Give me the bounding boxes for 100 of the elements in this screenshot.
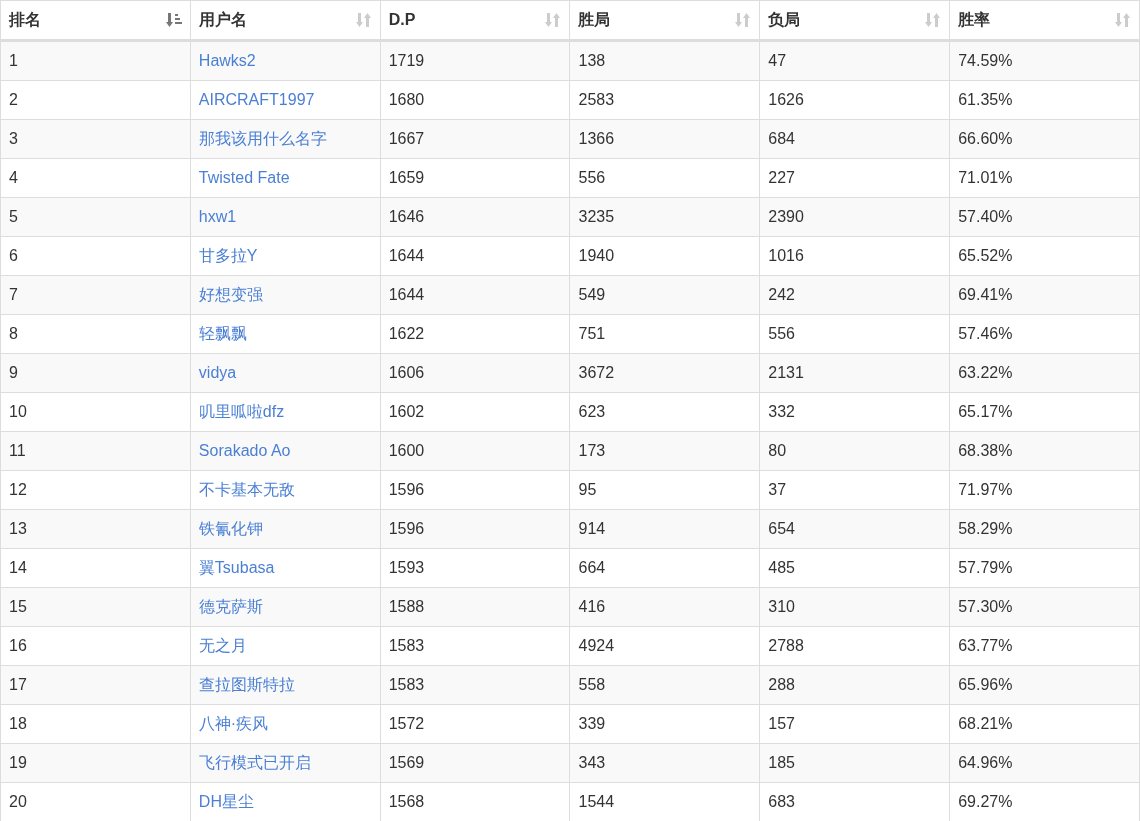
table-cell: 12 [0, 470, 191, 510]
table-cell: 416 [570, 587, 760, 627]
table-cell: 61.35% [949, 80, 1140, 120]
column-header[interactable]: 负局 [759, 0, 950, 41]
table-cell: 1644 [380, 275, 570, 315]
username-link[interactable]: 轻飘飘 [198, 324, 247, 342]
table-cell: 15 [0, 587, 191, 627]
table-cell: 2 [0, 80, 191, 120]
table-cell: 1602 [380, 392, 570, 432]
table-cell: 64.96% [949, 743, 1140, 783]
username-link[interactable]: hxw1 [198, 208, 237, 225]
table-cell: 485 [759, 548, 950, 588]
table-cell: 63.22% [949, 353, 1140, 393]
sort-ascending-icon[interactable] [165, 12, 182, 28]
table-cell: 3235 [570, 197, 760, 237]
table-cell: 68.21% [949, 704, 1140, 744]
table-cell: 310 [759, 587, 950, 627]
table-cell: 65.96% [949, 665, 1140, 705]
table-cell: 914 [570, 509, 760, 549]
table-cell: 57.46% [949, 314, 1140, 354]
table-cell: 185 [759, 743, 950, 783]
table-cell: 4924 [570, 626, 760, 666]
table-cell: 37 [759, 470, 950, 510]
table-cell: 623 [570, 392, 760, 432]
table-cell: 227 [759, 158, 950, 198]
table-cell: 65.17% [949, 392, 1140, 432]
table-cell: 1 [0, 40, 191, 81]
table-cell: 1569 [380, 743, 570, 783]
table-cell: 6 [0, 236, 191, 276]
table-cell: 13 [0, 509, 191, 549]
table-cell: 1583 [380, 665, 570, 705]
table-cell: 1667 [380, 119, 570, 159]
column-header[interactable]: 用户名 [190, 0, 381, 41]
table-cell: 57.40% [949, 197, 1140, 237]
table-cell: 8 [0, 314, 191, 354]
table-cell: 1606 [380, 353, 570, 393]
table-cell: 17 [0, 665, 191, 705]
table-cell: 1646 [380, 197, 570, 237]
table-cell: 19 [0, 743, 191, 783]
column-header[interactable]: 胜率 [949, 0, 1140, 41]
table-cell: 1596 [380, 470, 570, 510]
table-cell: 2583 [570, 80, 760, 120]
table-cell: 3672 [570, 353, 760, 393]
username-link[interactable]: 翼Tsubasa [198, 558, 275, 576]
sort-icon[interactable] [545, 12, 562, 28]
table-cell: 556 [570, 158, 760, 198]
username-link[interactable]: 德克萨斯 [198, 597, 263, 615]
table-cell: 18 [0, 704, 191, 744]
table-cell: 332 [759, 392, 950, 432]
username-link[interactable]: DH星尘 [198, 792, 254, 810]
table-cell: 3 [0, 119, 191, 159]
table-cell: 80 [759, 431, 950, 471]
sort-icon[interactable] [355, 12, 372, 28]
table-cell: 549 [570, 275, 760, 315]
table-cell: 14 [0, 548, 191, 588]
table-cell: 664 [570, 548, 760, 588]
username-link[interactable]: 八神·疾风 [198, 714, 269, 732]
table-cell: 1659 [380, 158, 570, 198]
column-header[interactable]: D.P [380, 0, 570, 41]
table-cell: 2131 [759, 353, 950, 393]
table-cell: 69.41% [949, 275, 1140, 315]
username-link[interactable]: 甘多拉Y [198, 246, 258, 264]
table-cell: 1016 [759, 236, 950, 276]
table-cell: 66.60% [949, 119, 1140, 159]
sort-icon[interactable] [1115, 12, 1131, 28]
column-header[interactable]: 排名 [0, 0, 191, 41]
table-cell: 11 [0, 431, 191, 471]
table-cell: 556 [759, 314, 950, 354]
table-cell: 1626 [759, 80, 950, 120]
username-link[interactable]: 好想变强 [198, 285, 263, 303]
table-cell: 1583 [380, 626, 570, 666]
table-cell: 751 [570, 314, 760, 354]
table-cell: 1600 [380, 431, 570, 471]
table-cell: 57.30% [949, 587, 1140, 627]
table-cell: 71.01% [949, 158, 1140, 198]
table-cell: 684 [759, 119, 950, 159]
table-cell: 7 [0, 275, 191, 315]
table-cell: 1572 [380, 704, 570, 744]
table-cell: 63.77% [949, 626, 1140, 666]
table-cell: 157 [759, 704, 950, 744]
sort-icon[interactable] [925, 12, 942, 28]
table-cell: 288 [759, 665, 950, 705]
table-cell: 2390 [759, 197, 950, 237]
table-cell: 242 [759, 275, 950, 315]
table-cell: 1596 [380, 509, 570, 549]
table-cell: 57.79% [949, 548, 1140, 588]
sort-icon[interactable] [735, 12, 752, 28]
column-header[interactable]: 胜局 [570, 0, 760, 41]
username-link[interactable]: vidya [198, 364, 237, 381]
username-link[interactable]: 无之月 [198, 636, 247, 654]
table-cell: 10 [0, 392, 191, 432]
table-cell: 16 [0, 626, 191, 666]
table-cell: 5 [0, 197, 191, 237]
username-link[interactable]: 铁氰化钾 [198, 519, 263, 537]
table-cell: 1622 [380, 314, 570, 354]
table-cell: 1719 [380, 40, 570, 81]
table-cell: 20 [0, 782, 191, 821]
table-cell: 558 [570, 665, 760, 705]
table-cell: 2788 [759, 626, 950, 666]
username-link[interactable]: Hawks2 [198, 52, 256, 69]
